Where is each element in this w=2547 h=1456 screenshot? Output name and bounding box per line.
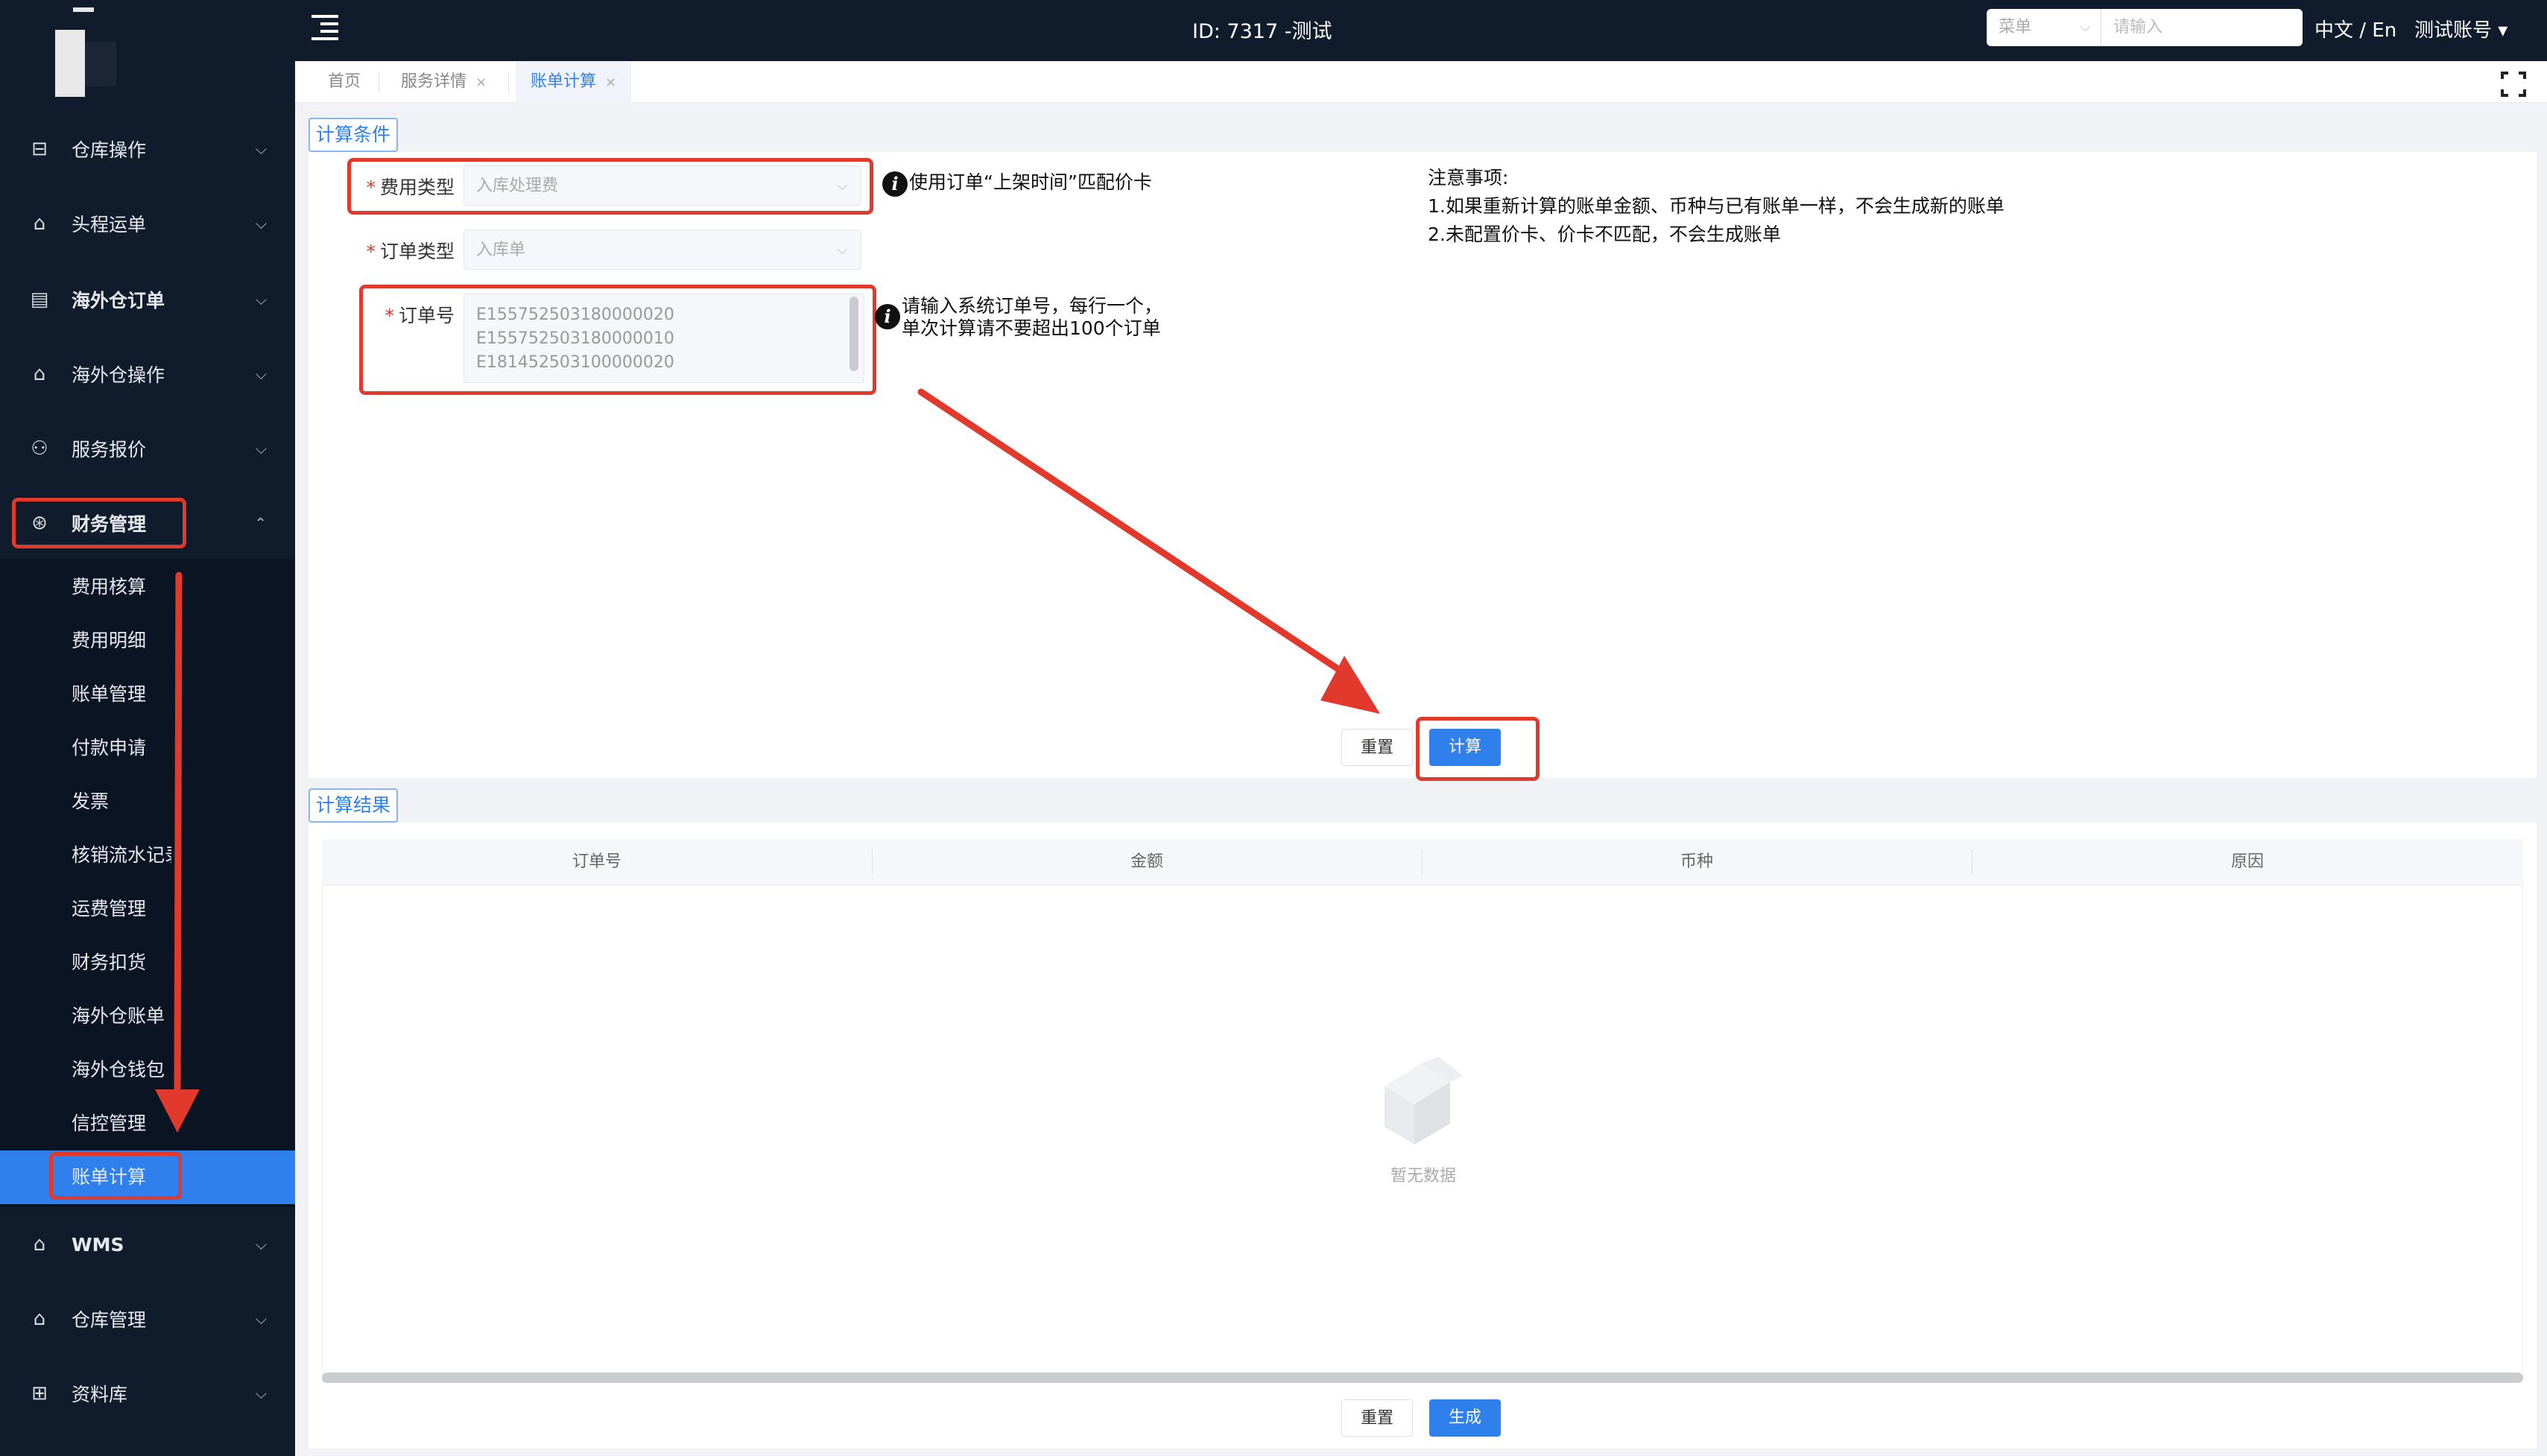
tab-bar bbox=[295, 61, 2547, 103]
sidebar-item-service-quote[interactable]: ⚇ 服务报价 ⌵ bbox=[0, 411, 295, 486]
generate-button[interactable]: 生成 bbox=[1429, 1399, 1501, 1437]
col-order-no: 订单号 bbox=[572, 852, 621, 871]
tab-service-detail[interactable]: 服务详情 × bbox=[386, 61, 502, 103]
order-type-select[interactable]: 入库单 ⌵ bbox=[463, 230, 861, 270]
shipment-icon: ⌂ bbox=[33, 212, 46, 235]
sidebar-sub-overseas-wallet[interactable]: 海外仓钱包 bbox=[72, 1055, 171, 1085]
chevron-down-icon: ⌵ bbox=[837, 242, 847, 258]
col-reason: 原因 bbox=[2230, 852, 2264, 871]
notes: 注意事项: 1.如果重新计算的账单金额、币种与已有账单一样，不会生成新的账单 2… bbox=[1428, 167, 2005, 245]
chevron-down-icon: ⌵ bbox=[255, 215, 267, 232]
sidebar-sub-overseas-bill[interactable]: 海外仓账单 bbox=[72, 1001, 171, 1031]
fullscreen-icon[interactable] bbox=[2501, 72, 2526, 97]
sidebar-item-database[interactable]: ⊞ 资料库 ⌵ bbox=[0, 1356, 295, 1431]
sidebar-sub-writeoff[interactable]: 核销流水记录 bbox=[72, 841, 171, 870]
sidebar-sub-deduction[interactable]: 财务扣货 bbox=[72, 948, 171, 978]
account-menu[interactable]: 测试账号 ▾ bbox=[2414, 15, 2508, 42]
sidebar-item-warehouse-ops[interactable]: ⊟ 仓库操作 ⌵ bbox=[0, 112, 295, 186]
close-icon[interactable]: × bbox=[475, 75, 487, 90]
highlight-fee-type bbox=[347, 158, 873, 215]
warehouse-manage-icon: ⌂ bbox=[33, 1308, 46, 1330]
fee-type-hint: 使用订单“上架时间”匹配价卡 bbox=[909, 171, 1152, 193]
search-input[interactable]: 请输入 bbox=[2101, 9, 2303, 46]
empty-text: 暂无数据 bbox=[1390, 1167, 1456, 1186]
sidebar-sub-bill-manage[interactable]: 账单管理 bbox=[72, 680, 171, 709]
condition-section-label: 计算条件 bbox=[309, 118, 399, 152]
highlight-bill-calc bbox=[49, 1152, 182, 1200]
highlight-finance bbox=[12, 498, 186, 548]
sidebar-sub-freight[interactable]: 运费管理 bbox=[72, 894, 171, 924]
sidebar-item-wms[interactable]: ⌂ WMS ⌵ bbox=[0, 1207, 295, 1282]
sidebar-sub-invoice[interactable]: 发票 bbox=[72, 787, 171, 817]
col-currency: 币种 bbox=[1680, 852, 1713, 871]
sidebar-item-first-leg[interactable]: ⌂ 头程运单 ⌵ bbox=[0, 186, 295, 261]
sidebar-item-overseas-orders[interactable]: ▤ 海外仓订单 ⌵ bbox=[0, 262, 295, 337]
search-type-select[interactable]: 菜单 ⌵ bbox=[1987, 9, 2101, 46]
col-amount: 金额 bbox=[1130, 852, 1163, 871]
table-horizontal-scrollbar[interactable] bbox=[322, 1373, 2523, 1383]
tab-home[interactable]: 首页 bbox=[313, 61, 376, 103]
empty-box-icon bbox=[1385, 1057, 1464, 1145]
sidebar-sub-payment-request[interactable]: 付款申请 bbox=[72, 733, 171, 763]
reset-button[interactable]: 重置 bbox=[1341, 729, 1413, 766]
result-table-header: 订单号 金额 币种 原因 bbox=[322, 839, 2523, 885]
order-type-label: * 订单类型 bbox=[366, 241, 455, 262]
chevron-down-icon: ⌵ bbox=[255, 140, 267, 158]
highlight-order-no bbox=[359, 285, 876, 395]
tab-bill-calc[interactable]: 账单计算 × bbox=[516, 61, 632, 103]
chevron-down-icon: ⌵ bbox=[255, 291, 267, 308]
highlight-calculate bbox=[1416, 717, 1540, 781]
database-icon: ⊞ bbox=[31, 1382, 48, 1405]
sidebar-item-warehouse-manage[interactable]: ⌂ 仓库管理 ⌵ bbox=[0, 1282, 295, 1356]
chevron-down-icon: ⌵ bbox=[255, 365, 267, 383]
chevron-up-icon: ⌃ bbox=[254, 514, 267, 532]
sidebar-item-overseas-ops[interactable]: ⌂ 海外仓操作 ⌵ bbox=[0, 337, 295, 411]
chevron-down-icon: ⌵ bbox=[255, 440, 267, 458]
chevron-down-icon: ⌵ bbox=[255, 1235, 267, 1253]
result-reset-button[interactable]: 重置 bbox=[1341, 1399, 1413, 1437]
order-icon: ▤ bbox=[30, 288, 49, 311]
info-icon: i bbox=[875, 304, 900, 329]
chevron-down-icon: ⌵ bbox=[2080, 19, 2090, 35]
result-section-label: 计算结果 bbox=[309, 788, 399, 823]
sidebar-sub-fee-accounting[interactable]: 费用核算 bbox=[72, 572, 171, 602]
order-no-hint: 请输入系统订单号，每行一个， 单次计算请不要超出100个订单 bbox=[902, 295, 1163, 339]
close-icon[interactable]: × bbox=[605, 75, 616, 90]
wms-icon: ⌂ bbox=[33, 1233, 46, 1256]
sidebar: ⊟ 仓库操作 ⌵ ⌂ 头程运单 ⌵ ▤ 海外仓订单 ⌵ ⌂ 海外仓操作 ⌵ ⚇ … bbox=[0, 0, 295, 1456]
quote-icon: ⚇ bbox=[31, 437, 48, 460]
menu-toggle-icon[interactable] bbox=[311, 15, 338, 40]
logo bbox=[55, 7, 119, 97]
sidebar-sub-credit[interactable]: 信控管理 bbox=[72, 1109, 171, 1139]
language-switch[interactable]: 中文 / En bbox=[2315, 15, 2396, 42]
operation-icon: ⌂ bbox=[33, 363, 46, 385]
chevron-down-icon: ⌵ bbox=[255, 1310, 267, 1328]
info-icon: i bbox=[882, 171, 908, 197]
page-title: ID: 7317 -测试 bbox=[1192, 20, 1332, 43]
warehouse-icon: ⊟ bbox=[31, 138, 48, 160]
chevron-down-icon: ⌵ bbox=[255, 1384, 267, 1402]
sidebar-sub-fee-detail[interactable]: 费用明细 bbox=[72, 626, 171, 656]
